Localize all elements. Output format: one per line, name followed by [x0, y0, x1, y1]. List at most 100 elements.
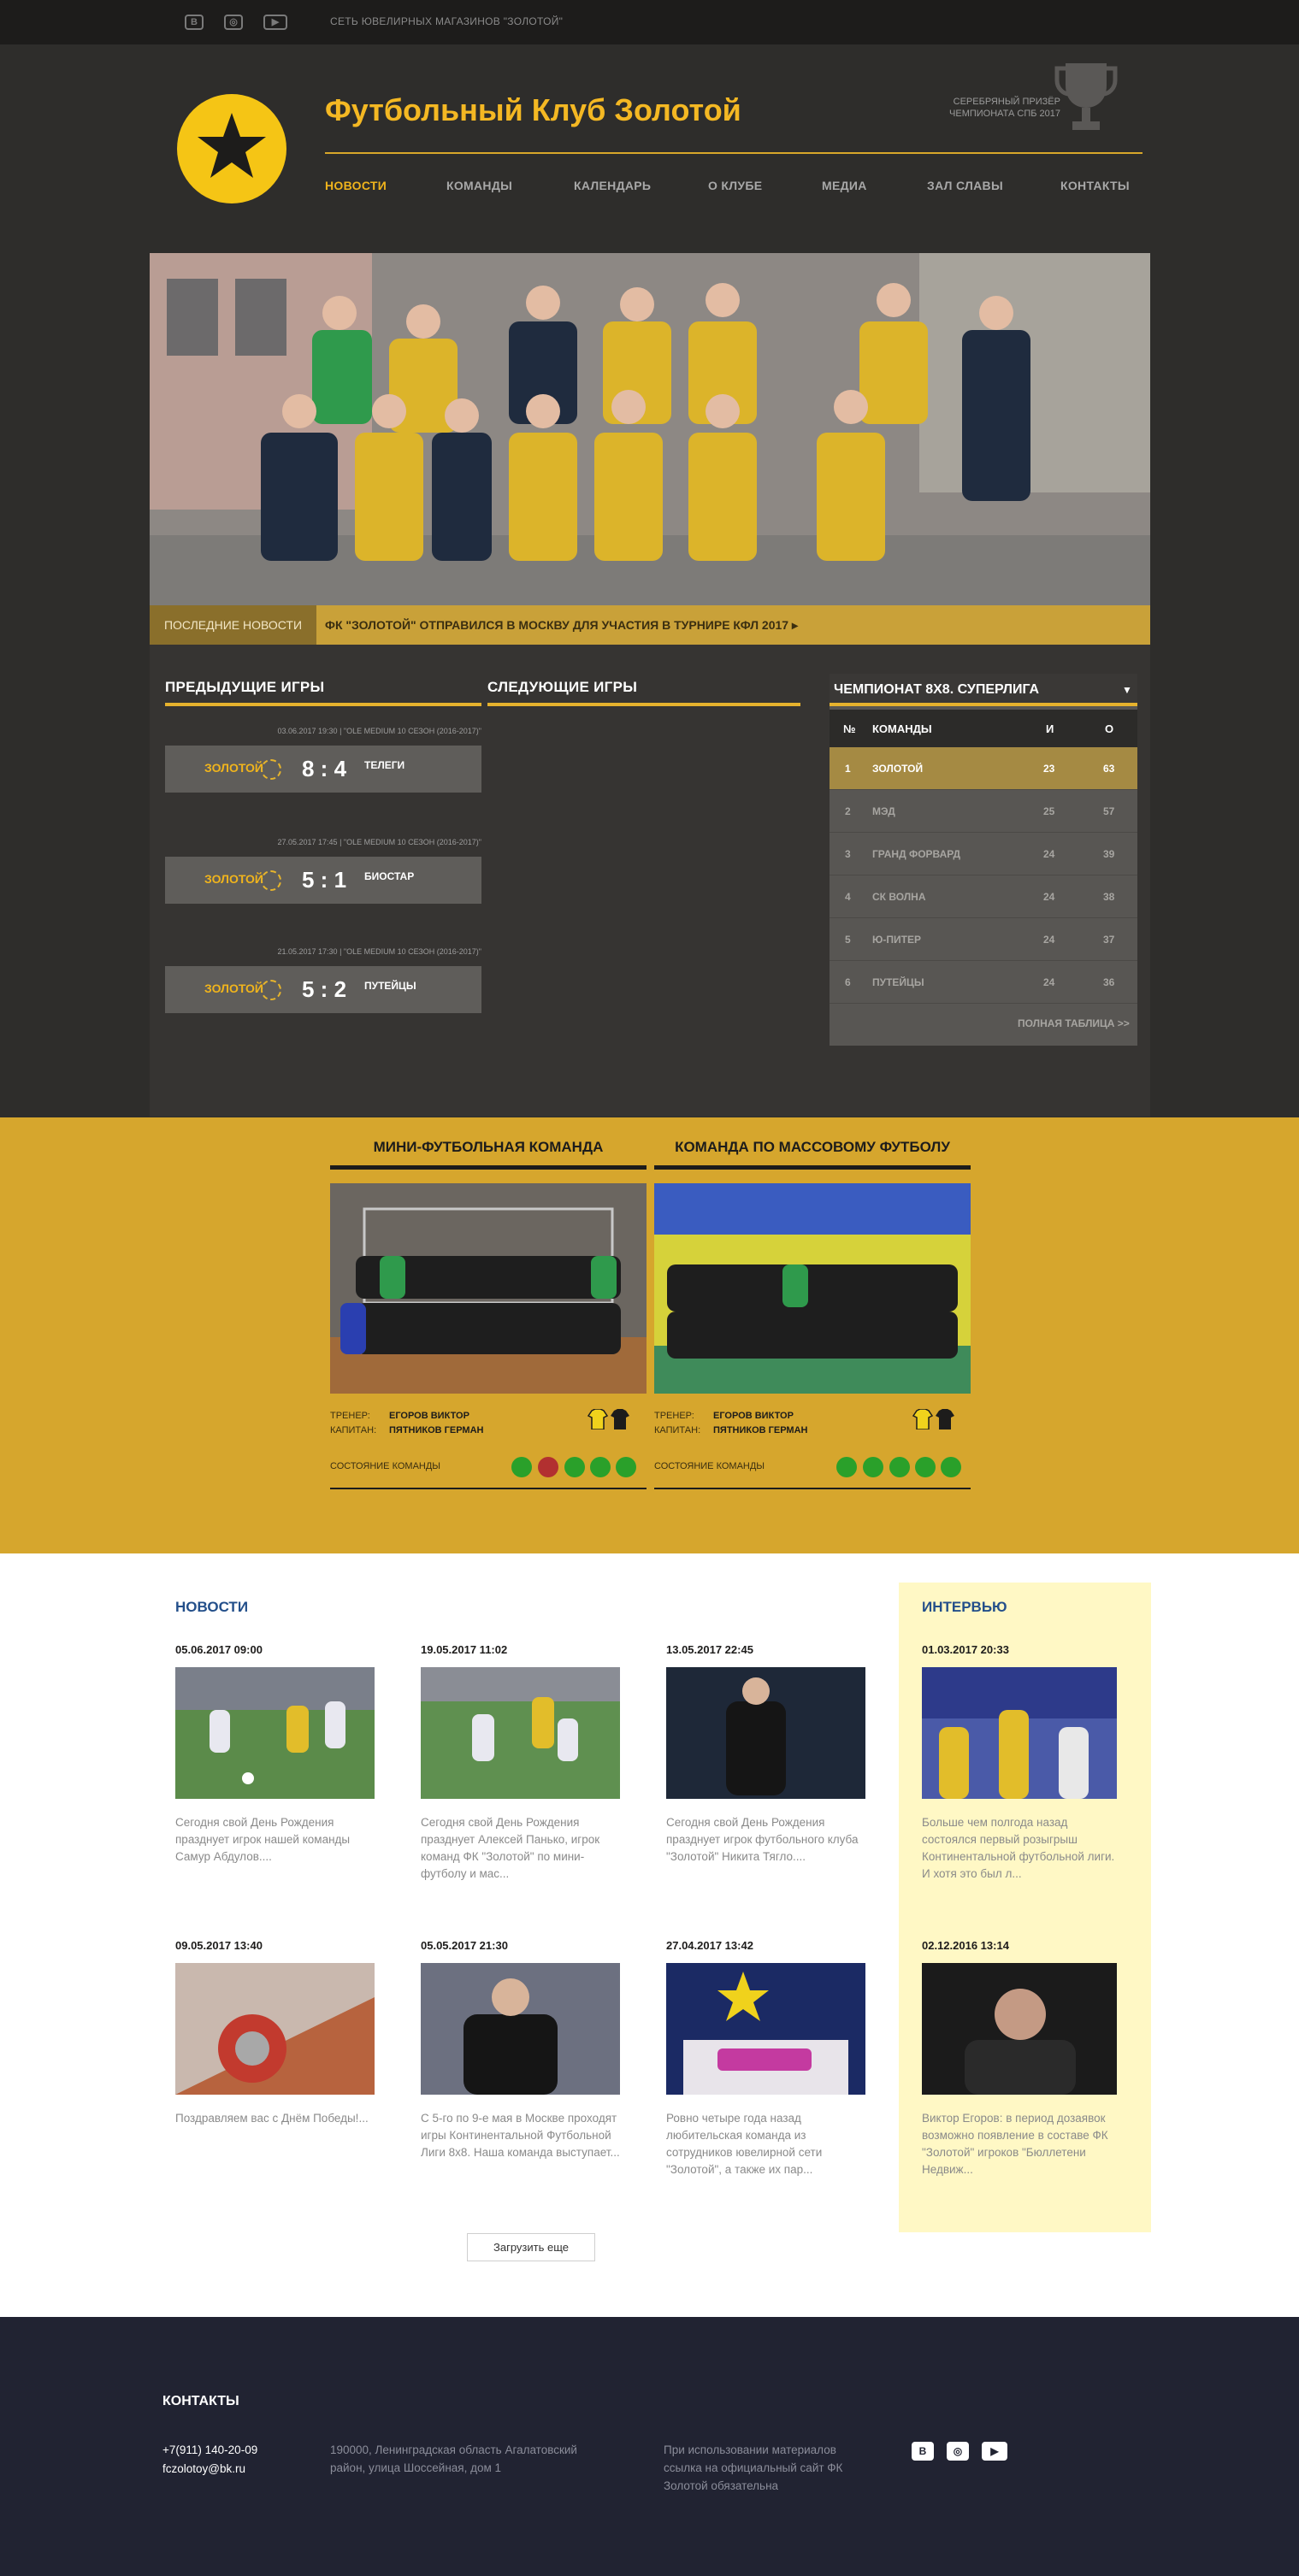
vk-icon[interactable]: В — [912, 2442, 934, 2461]
captain-label: КАПИТАН: — [654, 1425, 701, 1435]
home-team: ЗОЛОТОЙ — [204, 872, 263, 886]
row-team: ГРАНД ФОРВАРД — [872, 848, 961, 860]
game-result[interactable]: ЗОЛОТОЙ 5 : 1 БИОСТАР — [165, 857, 481, 904]
game-result[interactable]: ЗОЛОТОЙ 8 : 4 ТЕЛЕГИ — [165, 746, 481, 793]
row-team: МЭД — [872, 805, 895, 817]
state-dot — [941, 1457, 961, 1477]
footer-title: КОНТАКТЫ — [162, 2394, 239, 2408]
nav-media[interactable]: МЕДИА — [822, 179, 867, 192]
row-num: 3 — [845, 848, 851, 860]
standings-row[interactable]: 3 ГРАНД ФОРВАРД 24 39 — [830, 833, 1137, 875]
news-date: 05.05.2017 21:30 — [421, 1939, 508, 1952]
kit-icon — [912, 1409, 954, 1429]
nav-teams[interactable]: КОМАНДЫ — [446, 179, 512, 192]
row-points: 36 — [1103, 976, 1115, 988]
row-num: 4 — [845, 891, 851, 903]
news-excerpt: Ровно четыре года назад любительская ком… — [666, 2112, 823, 2176]
nav-contacts[interactable]: КОНТАКТЫ — [1060, 179, 1130, 192]
club-logo[interactable] — [177, 94, 286, 203]
news-title[interactable]: НОВОСТИ — [175, 1599, 248, 1616]
nav-news[interactable]: НОВОСТИ — [325, 179, 387, 192]
load-more-button[interactable]: Загрузить еще — [467, 2233, 595, 2261]
coach-name: ЕГОРОВ ВИКТОР — [389, 1411, 469, 1421]
team-state-label: СОСТОЯНИЕ КОМАНДЫ — [654, 1461, 765, 1471]
news-image[interactable] — [666, 1963, 865, 2095]
home-team: ЗОЛОТОЙ — [204, 981, 263, 995]
news-image[interactable] — [175, 1963, 375, 2095]
standings-row[interactable]: 1 ЗОЛОТОЙ 23 63 — [830, 747, 1137, 790]
news-date: 13.05.2017 22:45 — [666, 1643, 753, 1656]
col-team: КОМАНДЫ — [872, 722, 932, 735]
star-icon — [198, 113, 266, 178]
news-image[interactable] — [421, 1963, 620, 2095]
youtube-icon[interactable]: ▶ — [982, 2442, 1007, 2461]
interview-image[interactable] — [922, 1667, 1117, 1799]
state-dot — [863, 1457, 883, 1477]
state-dot — [511, 1457, 532, 1477]
row-games: 24 — [1043, 976, 1055, 988]
state-dot — [915, 1457, 936, 1477]
team-state-label: СОСТОЯНИЕ КОМАНДЫ — [330, 1461, 441, 1471]
interview-excerpt: Больше чем полгода назад состоялся первы… — [922, 1816, 1115, 1880]
dropdown-arrow-icon[interactable]: ▼ — [1122, 684, 1132, 696]
interview-date: 02.12.2016 13:14 — [922, 1939, 1009, 1952]
team-title[interactable]: КОМАНДА ПО МАССОВОМУ ФУТБОЛУ — [654, 1139, 971, 1156]
next-games-title: СЛЕДУЮЩИЕ ИГРЫ — [487, 679, 638, 695]
row-points: 37 — [1103, 934, 1115, 946]
top-bar: В ◎ ▶ СЕТЬ ЮВЕЛИРНЫХ МАГАЗИНОВ "ЗОЛОТОЙ" — [0, 0, 1299, 44]
footer-email[interactable]: fczolotoy@bk.ru — [162, 2460, 245, 2478]
vk-icon[interactable]: В — [185, 15, 204, 30]
instagram-icon[interactable]: ◎ — [224, 15, 243, 30]
state-dot — [836, 1457, 857, 1477]
row-games: 23 — [1043, 763, 1055, 775]
news-excerpt: Сегодня свой День Рождения празднует игр… — [175, 1816, 351, 1863]
news-image[interactable] — [666, 1667, 865, 1799]
score: 8 : 4 — [302, 756, 347, 781]
ticker-label: ПОСЛЕДНИЕ НОВОСТИ — [150, 605, 316, 645]
score: 5 : 1 — [302, 867, 347, 893]
row-num: 5 — [845, 934, 851, 946]
interview-date: 01.03.2017 20:33 — [922, 1643, 1009, 1656]
footer-phone[interactable]: +7(911) 140-20-09 — [162, 2441, 257, 2459]
standings-row[interactable]: 5 Ю-ПИТЕР 24 37 — [830, 918, 1137, 961]
row-games: 24 — [1043, 891, 1055, 903]
row-games: 24 — [1043, 934, 1055, 946]
standings-header[interactable]: ЧЕМПИОНАТ 8Х8. СУПЕРЛИГА ▼ — [830, 674, 1137, 706]
row-games: 24 — [1043, 848, 1055, 860]
state-dot — [889, 1457, 910, 1477]
row-num: 2 — [845, 805, 851, 817]
news-image[interactable] — [421, 1667, 620, 1799]
team-title[interactable]: МИНИ-ФУТБОЛЬНАЯ КОМАНДА — [330, 1139, 647, 1156]
interview-title[interactable]: ИНТЕРВЬЮ — [922, 1599, 1007, 1616]
site-title: Футбольный Клуб Золотой — [325, 92, 741, 127]
instagram-icon[interactable]: ◎ — [947, 2442, 969, 2461]
interview-image[interactable] — [922, 1963, 1117, 2095]
game-result[interactable]: ЗОЛОТОЙ 5 : 2 ПУТЕЙЦЫ — [165, 966, 481, 1013]
youtube-icon[interactable]: ▶ — [263, 15, 287, 30]
ticker-headline[interactable]: ФК "ЗОЛОТОЙ" ОТПРАВИЛСЯ В МОСКВУ ДЛЯ УЧА… — [325, 605, 798, 645]
nav-calendar[interactable]: КАЛЕНДАРЬ — [574, 179, 651, 192]
state-dot — [616, 1457, 636, 1477]
captain-label: КАПИТАН: — [330, 1425, 377, 1435]
standings-row[interactable]: 6 ПУТЕЙЦЫ 24 36 — [830, 961, 1137, 1004]
state-dot — [538, 1457, 558, 1477]
news-date: 27.04.2017 13:42 — [666, 1939, 753, 1952]
team-photo[interactable] — [330, 1183, 647, 1394]
prev-games-line — [165, 703, 481, 706]
row-team: ЗОЛОТОЙ — [872, 763, 924, 775]
away-team: БИОСТАР — [364, 870, 415, 882]
news-image[interactable] — [175, 1667, 375, 1799]
standings-row[interactable]: 2 МЭД 25 57 — [830, 790, 1137, 833]
team-divider — [654, 1488, 971, 1489]
standings-row[interactable]: 4 СК ВОЛНА 24 38 — [830, 875, 1137, 918]
coach-label: ТРЕНЕР: — [654, 1411, 694, 1421]
standings-columns: № КОМАНДЫ И О — [830, 710, 1137, 747]
team-photo[interactable] — [654, 1183, 971, 1394]
store-network-link[interactable]: СЕТЬ ЮВЕЛИРНЫХ МАГАЗИНОВ "ЗОЛОТОЙ" — [330, 15, 563, 27]
full-table-link[interactable]: ПОЛНАЯ ТАБЛИЦА >> — [1018, 1017, 1130, 1029]
interview-excerpt: Виктор Егоров: в период дозаявок возможн… — [922, 2112, 1108, 2176]
team-photo[interactable] — [150, 253, 1150, 605]
row-num: 1 — [845, 763, 851, 775]
nav-hall-of-fame[interactable]: ЗАЛ СЛАВЫ — [927, 179, 1003, 192]
nav-about[interactable]: О КЛУБЕ — [708, 179, 762, 192]
